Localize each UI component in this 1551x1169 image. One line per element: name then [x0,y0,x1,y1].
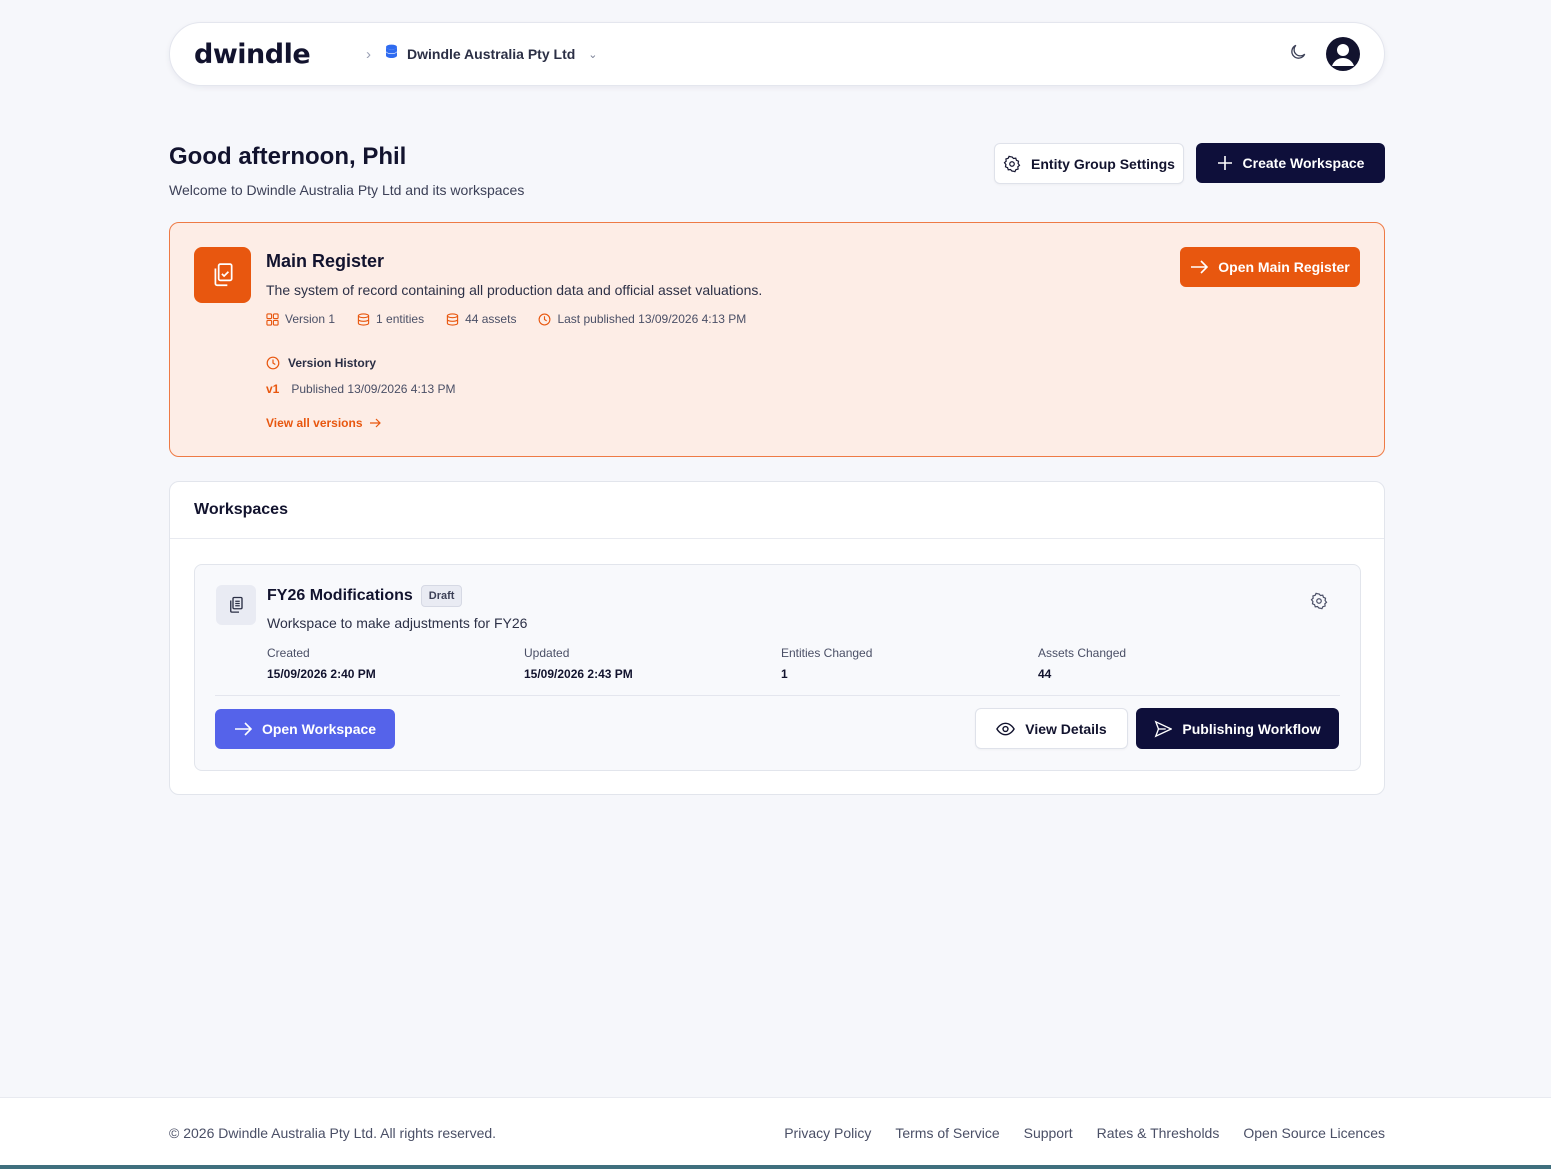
version-meta: Version 1 [266,312,335,326]
main-register-title: Main Register [266,251,385,271]
copyright-text: © 2026 Dwindle Australia Pty Ltd. All ri… [169,1125,497,1141]
workspace-card: FY26 Modifications Draft Workspace to ma… [194,564,1361,771]
top-navigation-bar: dwindle › Dwindle Australia Pty Ltd ⌄ [169,22,1385,86]
moon-icon[interactable] [1288,42,1308,67]
open-main-register-label: Open Main Register [1218,259,1350,275]
workspace-description: Workspace to make adjustments for FY26 [267,615,528,631]
version-history-item: v1 Published 13/09/2026 4:13 PM [266,382,762,396]
stat-value: 15/09/2026 2:40 PM [267,667,376,681]
entity-selector[interactable]: Dwindle Australia Pty Ltd ⌄ [385,44,598,64]
footer-link-support[interactable]: Support [1024,1125,1073,1141]
footer-links: Privacy Policy Terms of Service Support … [784,1125,1385,1141]
stat-label: Created [267,646,310,660]
open-workspace-label: Open Workspace [261,721,377,737]
workspaces-heading: Workspaces [170,482,1384,539]
stat-label: Updated [524,646,570,660]
entities-text: 1 entities [376,312,425,326]
workspace-title: FY26 Modifications [267,587,413,604]
divider [215,695,1340,696]
entity-group-settings-button[interactable]: Entity Group Settings [994,143,1184,184]
stat-created: Created 15/09/2026 2:40 PM [267,646,524,681]
open-main-register-button[interactable]: Open Main Register [1180,247,1360,287]
footer-link-terms-of-service[interactable]: Terms of Service [895,1125,999,1141]
view-all-versions-label: View all versions [266,416,363,430]
plus-icon [1217,156,1232,170]
clipboard-icon [194,247,251,303]
chevron-right-icon: › [366,45,371,63]
arrow-right-icon [234,722,252,736]
view-details-button[interactable]: View Details [975,708,1128,749]
stat-value: 1 [781,667,788,681]
page-subtitle: Welcome to Dwindle Australia Pty Ltd and… [169,182,525,198]
stat-entities-changed: Entities Changed 1 [781,646,1038,681]
window-bottom-edge [0,1165,1551,1169]
clock-icon [539,313,551,325]
view-details-label: View Details [1025,720,1107,737]
clock-icon [266,356,280,370]
gear-icon [1003,155,1021,172]
version-text: Version 1 [285,312,336,326]
page: dwindle › Dwindle Australia Pty Ltd ⌄ Go… [0,0,1551,1169]
footer-link-rates-thresholds[interactable]: Rates & Thresholds [1097,1125,1220,1141]
chevron-down-icon: ⌄ [588,48,598,61]
stat-updated: Updated 15/09/2026 2:43 PM [524,646,781,681]
create-workspace-label: Create Workspace [1242,155,1365,171]
version-history-label: Version History [288,356,377,370]
user-avatar[interactable] [1326,37,1360,71]
status-badge: Draft [420,585,463,607]
publishing-workflow-label: Publishing Workflow [1182,720,1321,737]
stat-assets-changed: Assets Changed 44 [1038,646,1295,681]
grid-icon [266,312,279,326]
workspace-settings-gear-icon[interactable] [1310,592,1328,615]
last-published-text: Last published 13/09/2026 4:13 PM [557,312,747,326]
workspace-stats: Created 15/09/2026 2:40 PM Updated 15/09… [267,646,1295,681]
publishing-workflow-button[interactable]: Publishing Workflow [1136,708,1339,749]
main-register-description: The system of record containing all prod… [266,282,763,298]
entities-meta: 1 entities [357,312,424,326]
stat-value: 15/09/2026 2:43 PM [524,667,633,681]
assets-meta: 44 assets [446,312,516,326]
view-all-versions-link[interactable]: View all versions [266,416,381,430]
footer: © 2026 Dwindle Australia Pty Ltd. All ri… [0,1097,1551,1169]
stat-value: 44 [1038,667,1052,681]
dwindle-logo[interactable]: dwindle [194,39,344,70]
database-icon [385,44,398,64]
arrow-right-icon [369,418,381,428]
entity-group-settings-label: Entity Group Settings [1031,155,1175,172]
greeting-section: Good afternoon, Phil Welcome to Dwindle … [169,143,524,198]
footer-link-open-source-licences[interactable]: Open Source Licences [1243,1125,1385,1141]
database-icon [446,312,459,326]
database-icon [357,312,370,326]
footer-link-privacy-policy[interactable]: Privacy Policy [784,1125,871,1141]
version-published-text: Published 13/09/2026 4:13 PM [291,382,456,396]
main-register-card: Main Register The system of record conta… [169,222,1385,457]
clipboard-icon [216,585,256,625]
entity-name: Dwindle Australia Pty Ltd [407,46,576,62]
workspaces-panel: Workspaces FY26 Modifications Draft Work… [169,481,1385,795]
stat-label: Assets Changed [1038,646,1127,660]
page-title: Good afternoon, Phil [169,143,407,170]
open-workspace-button[interactable]: Open Workspace [215,709,395,749]
create-workspace-button[interactable]: Create Workspace [1196,143,1385,183]
version-tag: v1 [266,382,280,396]
eye-icon [996,722,1016,735]
version-history-heading: Version History [266,356,762,370]
main-register-meta: Version 1 1 entities 44 assets Last publ… [266,312,762,326]
arrow-right-icon [1191,260,1209,274]
last-published-meta: Last published 13/09/2026 4:13 PM [538,312,746,326]
send-icon [1154,719,1173,738]
assets-text: 44 assets [465,312,517,326]
stat-label: Entities Changed [781,646,873,660]
